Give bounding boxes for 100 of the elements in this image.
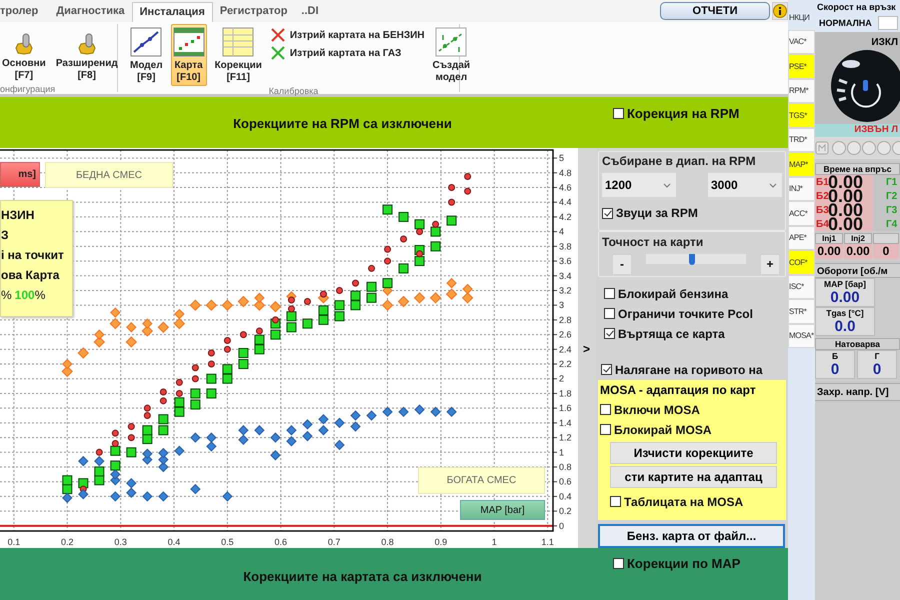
checkbox[interactable] [600,404,611,416]
row-label: Б3 [815,204,828,216]
info-text: % 100% [1,287,46,304]
group-label: онфигурация [0,84,56,94]
axis-tick-label: 0.3 [114,537,127,547]
ribbon-button[interactable]: Модел [F9] [128,24,165,86]
value-text: 0.00 [828,217,864,231]
slider-thumb[interactable] [689,254,695,265]
scatter-chart-icon [172,27,205,57]
scatter-chart-icon [435,27,468,57]
ribbon-button[interactable]: Основни [F7] [0,24,48,84]
checkbox-label[interactable]: Налягане на горивото на [615,362,763,377]
side-tab[interactable]: ACC* [788,201,815,226]
axis-tick-label: 0.9 [434,537,448,547]
info-text: і на точкит [1,247,65,264]
axis-tick-label: 1 [559,447,564,458]
chevron-down-icon [769,182,777,188]
checkbox-label[interactable]: Корекция на RPM [627,106,740,120]
checkbox[interactable] [604,308,615,320]
table-header: Време на впръс [815,163,900,175]
side-tab[interactable]: STR* [788,299,815,324]
checkbox-label[interactable]: Ограничи точките Pcol [618,306,753,321]
checkbox[interactable] [613,558,624,568]
collapse-button[interactable]: > [582,342,590,356]
dropdown[interactable]: 3000 [708,173,782,197]
action-button[interactable]: сти картите на адаптац [610,466,777,488]
checkbox-label[interactable]: Таблицата на MOSA [624,494,744,509]
axis-tick-label: 2 [559,374,564,384]
ribbon-button[interactable]: Изтрий картата на ГАЗ [270,45,425,61]
axis-tick-label: 4.2 [559,212,572,222]
axis-tick-label: 0.6 [559,476,572,487]
zone-label: БЕДНА СМЕС [45,162,173,188]
checkbox-label[interactable]: Корекции по MAP [627,556,740,570]
checkbox-label[interactable]: Звуци за RPM [616,206,698,220]
checkbox[interactable] [600,424,611,436]
axis-tick-label: 2.4 [559,344,572,354]
axis-tick-label: 4 [559,226,564,237]
slider[interactable] [646,254,746,264]
axis-tick-label: 4.6 [559,182,572,192]
reports-button[interactable]: ОТЧЕТИ [660,2,770,20]
side-tab[interactable]: INJ* [788,176,815,201]
row-label: Б2 [815,190,828,202]
tab[interactable]: Диагностика [49,2,132,22]
side-tab[interactable]: MAP* [788,152,815,176]
side-tab[interactable]: RPM* [788,78,815,103]
side-tab[interactable]: VAC* [788,30,815,54]
ribbon-button[interactable]: Карта [F10] [170,24,207,86]
table-header-cell [873,233,899,244]
axis-label: MAP [bar] [460,500,545,520]
load-button[interactable]: Бенз. карта от файл... [598,524,785,548]
ribbon-button[interactable]: Разширенид [F8] [54,24,120,84]
line-chart-icon [130,27,162,57]
side-tab[interactable]: MOSA* [788,324,815,348]
axis-tick-label: 0.8 [381,537,394,547]
side-tab[interactable]: TRD* [788,128,815,152]
checkbox-label[interactable]: Блокирай MOSA [614,422,712,437]
side-tab[interactable]: APE* [788,226,815,250]
minus-button[interactable]: - [612,254,632,275]
ribbon-button[interactable]: Корекции [F11] [212,24,264,86]
checkbox[interactable] [602,208,613,218]
axis-tick-label: 2.6 [559,330,572,340]
action-button[interactable]: Изчисти корекциите [610,442,777,464]
tab[interactable]: Инсталация [132,2,213,22]
checkbox[interactable] [604,328,615,340]
tab[interactable]: ..DI [294,2,326,22]
checkbox-label[interactable]: Включи MOSA [614,402,700,417]
tab[interactable]: тролер [0,2,46,22]
checkbox-label[interactable]: Блокирай бензина [618,286,728,301]
checkbox[interactable] [601,364,612,376]
axis-tick-label: 2.2 [559,359,572,370]
side-tab[interactable]: ISC* [788,274,815,299]
reading-value: 0.00 [829,290,861,306]
section-title: Обороти [об./м [815,263,900,278]
value-text: 0.00 [815,244,843,259]
ribbon-button[interactable]: Изтрий картата на БЕНЗИН [270,27,425,43]
column-header: Inj1 [815,233,843,244]
axis-tick-label: 1.1 [541,537,554,547]
axis-tick-label: 3.2 [559,285,572,296]
dropdown[interactable]: 1200 [602,173,676,197]
side-tab[interactable]: TGS* [788,103,815,128]
checkbox[interactable] [610,496,621,508]
checkbox[interactable] [604,288,615,300]
axis-tick-label: 1.2 [559,432,572,443]
column-header: Б [830,351,840,362]
axis-tick-label: 0.2 [61,537,74,547]
plus-button[interactable]: + [760,254,780,275]
side-tab[interactable]: COF* [788,250,815,274]
ribbon-button[interactable]: Създай модел [430,24,472,86]
checkbox[interactable] [613,108,624,118]
reading-value: 0.0 [834,319,856,335]
row-label: Г2 [886,190,898,202]
axis-tick-label: 1.6 [559,403,572,414]
tab[interactable]: Регистратор [212,2,294,22]
checkbox-label[interactable]: Въртяща се карта [618,326,725,341]
axis-tick-label: 0 [559,520,564,531]
chevron-down-icon [663,182,671,188]
info-icon [773,4,787,18]
row-label: Б1 [815,176,828,188]
axis-tick-label: 3.6 [559,256,572,266]
side-tab[interactable]: PSE* [788,54,815,78]
